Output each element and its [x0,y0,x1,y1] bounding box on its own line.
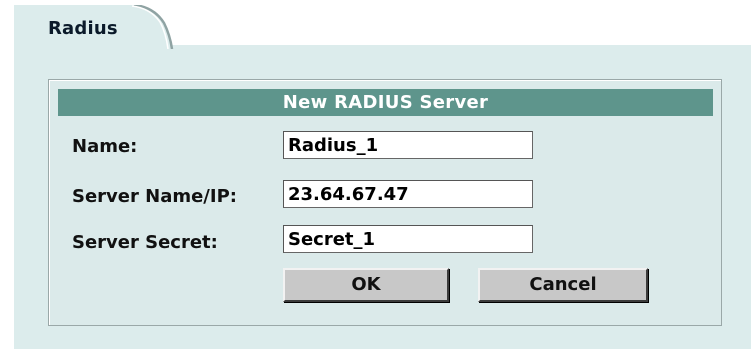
dialog-title: New RADIUS Server [58,89,713,116]
cancel-button[interactable]: Cancel [478,268,648,302]
server-secret-field[interactable] [283,225,533,253]
ok-button[interactable]: OK [283,268,449,302]
server-name-ip-field[interactable] [283,180,533,208]
server-secret-label: Server Secret: [72,232,218,253]
tab-radius[interactable]: Radius [14,5,174,49]
server-name-ip-label: Server Name/IP: [72,186,237,207]
radius-settings-page: Radius New RADIUS Server Name: Server Na… [0,0,751,349]
name-field[interactable] [283,131,533,159]
name-label: Name: [72,136,138,157]
tab-radius-label: Radius [48,18,118,39]
